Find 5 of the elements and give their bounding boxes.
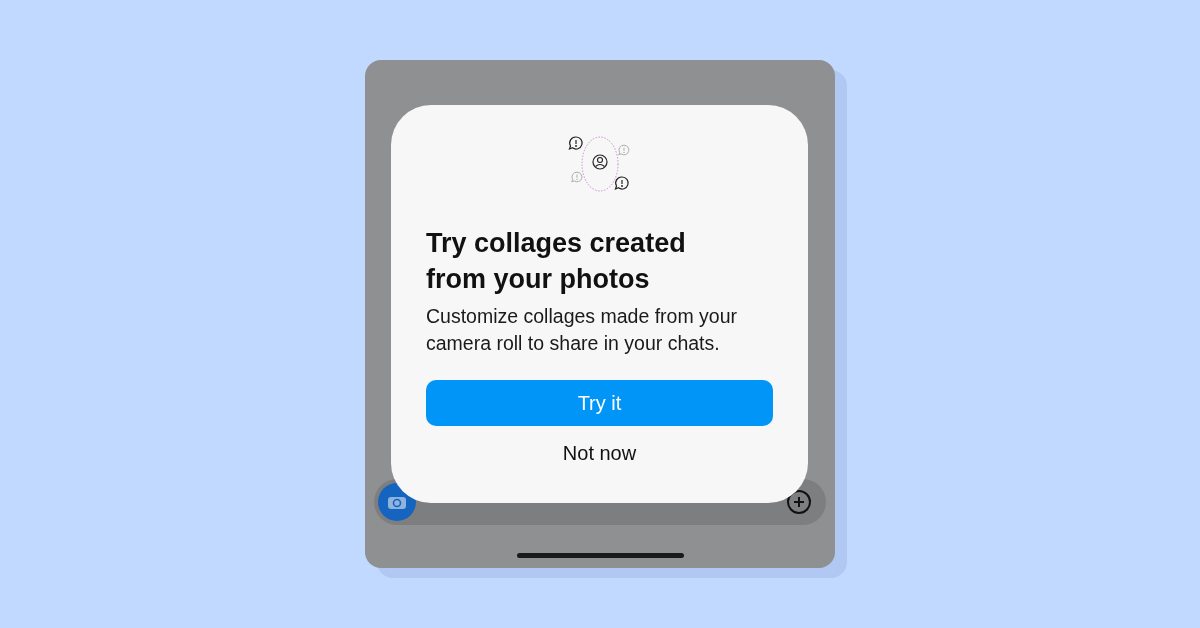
dismiss-button[interactable]: Not now	[550, 434, 649, 472]
dialog-body: Customize collages made from your camera roll to share in your chats.	[426, 304, 739, 356]
dialog-title: Try collages created from your photos	[426, 227, 687, 296]
add-icon[interactable]	[786, 489, 812, 515]
camera-icon	[387, 494, 407, 510]
